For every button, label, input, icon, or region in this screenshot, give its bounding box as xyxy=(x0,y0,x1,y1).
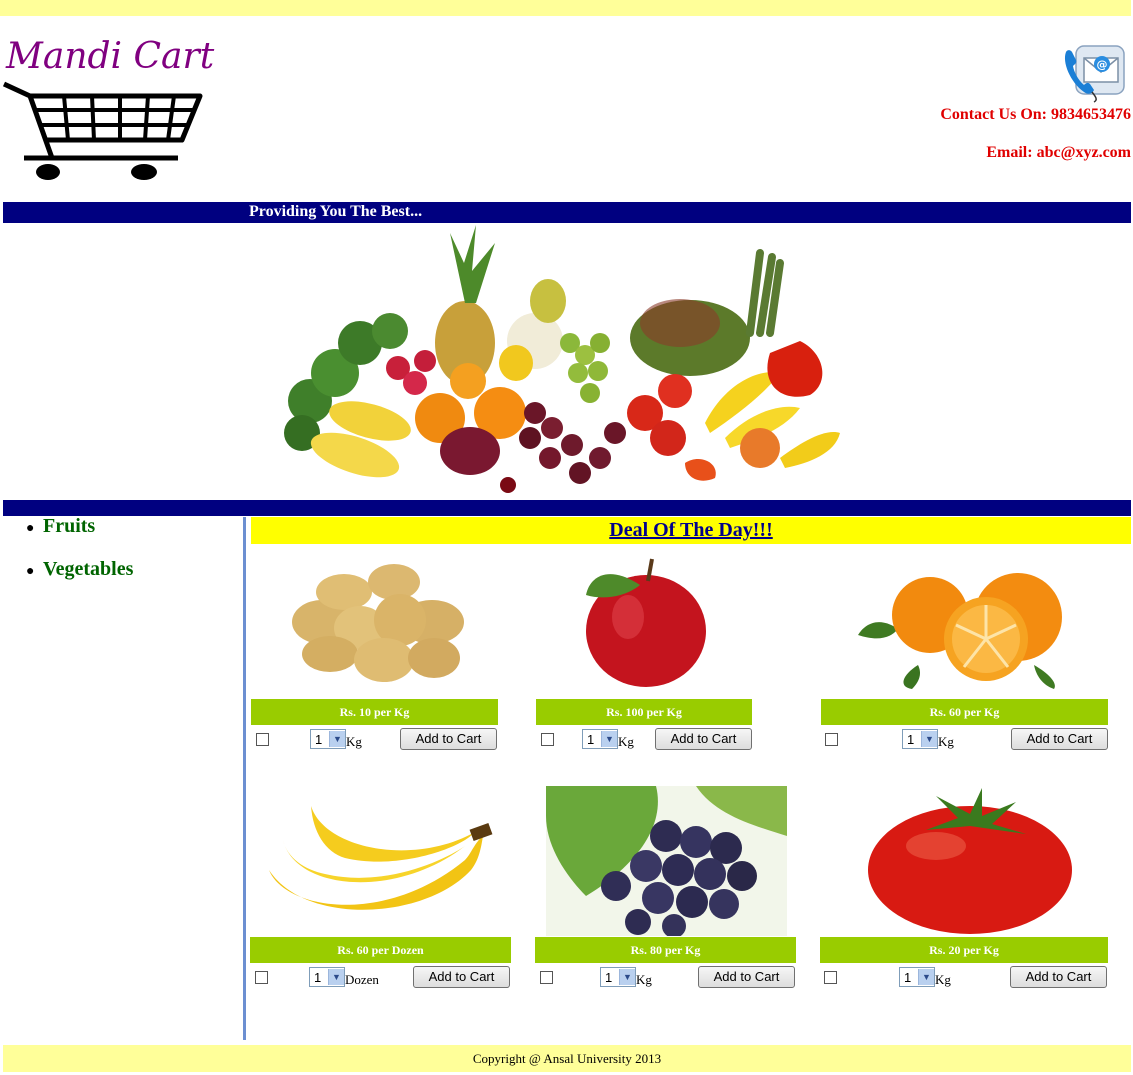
top-strip xyxy=(0,0,1131,16)
tagline-text: Providing You The Best... xyxy=(249,203,423,220)
add-to-cart-button[interactable]: Add to Cart xyxy=(413,966,510,988)
quantity-select[interactable]: 1 ▼ xyxy=(582,729,618,749)
oranges-image xyxy=(858,573,1062,689)
shopping-cart-icon xyxy=(2,81,203,180)
price-label: Rs. 20 per Kg xyxy=(820,937,1108,963)
chevron-down-icon[interactable]: ▼ xyxy=(601,731,617,747)
nav-item-label[interactable]: Vegetables xyxy=(43,558,133,581)
quantity-value: 1 xyxy=(315,731,323,747)
quantity-value: 1 xyxy=(314,969,322,985)
nav-item-label[interactable]: Fruits xyxy=(43,515,95,538)
fruits-vegetables-hero-image xyxy=(284,225,840,493)
unit-label: Kg xyxy=(636,972,652,987)
unit-label: Kg xyxy=(935,972,951,987)
chevron-down-icon[interactable]: ▼ xyxy=(328,969,344,985)
deal-title[interactable]: Deal Of The Day!!! xyxy=(609,519,773,541)
price-label: Rs. 80 per Kg xyxy=(535,937,796,963)
copyright-text: Copyright @ Ansal University 2013 xyxy=(472,1051,662,1066)
quantity-select[interactable]: 1 ▼ xyxy=(899,967,935,987)
add-to-cart-button[interactable]: Add to Cart xyxy=(698,966,795,988)
quantity-value: 1 xyxy=(907,731,915,747)
bananas-image xyxy=(269,806,493,910)
quantity-select[interactable]: 1 ▼ xyxy=(902,729,938,749)
select-checkbox[interactable] xyxy=(824,971,837,984)
chevron-down-icon[interactable]: ▼ xyxy=(329,731,345,747)
unit-label: Dozen xyxy=(345,972,379,987)
quantity-value: 1 xyxy=(587,731,595,747)
quantity-select[interactable]: 1 ▼ xyxy=(600,967,636,987)
unit-label: Kg xyxy=(938,734,954,749)
chevron-down-icon[interactable]: ▼ xyxy=(921,731,937,747)
select-checkbox[interactable] xyxy=(540,971,553,984)
quantity-value: 1 xyxy=(904,969,912,985)
site-logo-text[interactable]: Mandi Cart xyxy=(6,36,214,77)
select-checkbox[interactable] xyxy=(256,733,269,746)
deal-of-the-day-banner: Deal Of The Day!!! xyxy=(251,517,1131,544)
price-label: Rs. 60 per Dozen xyxy=(250,937,511,963)
tomato-image xyxy=(868,788,1072,934)
contact-phone-email-icon: @ xyxy=(1064,45,1125,103)
contact-email-text[interactable]: Email: abc@xyz.com xyxy=(986,144,1131,162)
apple-image xyxy=(586,558,706,687)
nav-item-vegetables[interactable]: ● Vegetables xyxy=(26,558,133,601)
grapes-image xyxy=(546,786,787,936)
quantity-select[interactable]: 1 ▼ xyxy=(310,729,346,749)
quantity-value: 1 xyxy=(605,969,613,985)
add-to-cart-button[interactable]: Add to Cart xyxy=(1011,728,1108,750)
svg-text:@: @ xyxy=(1097,58,1108,71)
chevron-down-icon[interactable]: ▼ xyxy=(918,969,934,985)
footer: Copyright @ Ansal University 2013 xyxy=(3,1045,1131,1072)
select-checkbox[interactable] xyxy=(541,733,554,746)
select-checkbox[interactable] xyxy=(255,971,268,984)
bullet-icon: ● xyxy=(26,521,35,536)
unit-label: Kg xyxy=(618,734,634,749)
category-nav: ● Fruits ● Vegetables xyxy=(26,515,133,601)
add-to-cart-button[interactable]: Add to Cart xyxy=(655,728,752,750)
sidebar-divider xyxy=(243,517,246,1040)
divider-band xyxy=(3,500,1131,516)
select-checkbox[interactable] xyxy=(825,733,838,746)
quantity-select[interactable]: 1 ▼ xyxy=(309,967,345,987)
tagline-band xyxy=(3,202,1131,223)
price-label: Rs. 100 per Kg xyxy=(536,699,752,725)
chevron-down-icon[interactable]: ▼ xyxy=(619,969,635,985)
price-label: Rs. 10 per Kg xyxy=(251,699,498,725)
unit-label: Kg xyxy=(346,734,362,749)
contact-phone-text: Contact Us On: 9834653476 xyxy=(940,106,1131,123)
potatoes-image xyxy=(292,564,464,682)
nav-item-fruits[interactable]: ● Fruits xyxy=(26,515,133,558)
bullet-icon: ● xyxy=(26,564,35,579)
price-label: Rs. 60 per Kg xyxy=(821,699,1108,725)
add-to-cart-button[interactable]: Add to Cart xyxy=(400,728,497,750)
add-to-cart-button[interactable]: Add to Cart xyxy=(1010,966,1107,988)
